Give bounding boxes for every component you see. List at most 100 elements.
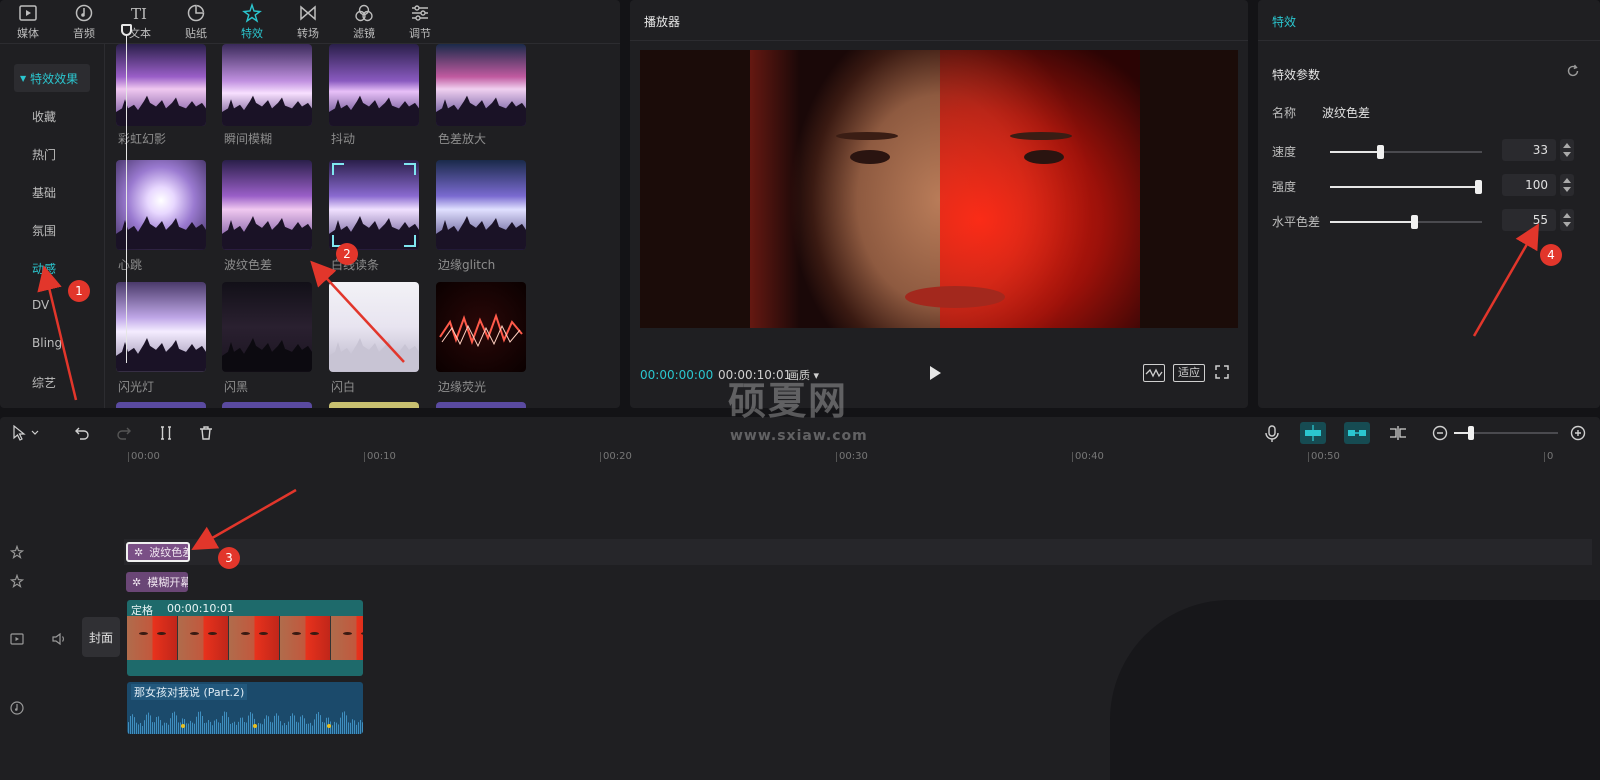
effect-panel-divider xyxy=(1258,40,1600,41)
tab-audio[interactable]: 音频 xyxy=(56,0,112,44)
video-preview[interactable] xyxy=(640,50,1238,328)
tab-sticker[interactable]: 贴纸 xyxy=(168,0,224,44)
category-bling[interactable]: Bling xyxy=(32,336,62,350)
preview-axis-icon[interactable] xyxy=(1388,425,1408,441)
playhead-handle[interactable] xyxy=(121,24,132,36)
video-track-icon xyxy=(10,633,24,645)
tab-text[interactable]: TI 文本 xyxy=(112,0,168,44)
effect-thumbnail[interactable] xyxy=(436,44,526,126)
ruler-tick-label: 00:10 xyxy=(367,451,396,462)
audio-clip-label: 那女孩对我说 (Part.2) xyxy=(131,684,248,700)
effect-name-label: 名称 xyxy=(1272,106,1297,120)
effect-thumbnail-label: 抖动 xyxy=(331,132,356,146)
param-slider[interactable] xyxy=(1330,145,1482,159)
category-favorites[interactable]: 收藏 xyxy=(32,108,56,125)
effect-thumbnail-label: 波纹色差 xyxy=(224,258,273,272)
category-hot[interactable]: 热门 xyxy=(32,146,56,163)
tab-sticker-label: 贴纸 xyxy=(185,27,207,40)
zoom-out-icon[interactable] xyxy=(1432,425,1448,441)
tab-effects[interactable]: 特效 xyxy=(224,0,280,44)
effect-thumbnail[interactable] xyxy=(116,44,206,126)
mute-speaker-icon[interactable] xyxy=(52,633,68,645)
crowd-silhouette xyxy=(329,338,419,372)
link-toggle[interactable] xyxy=(1344,422,1370,444)
param-slider-knob[interactable] xyxy=(1377,145,1385,159)
effect-thumbnail[interactable] xyxy=(116,282,206,372)
redo-icon[interactable] xyxy=(116,425,132,441)
effect-thumbnail[interactable] xyxy=(436,160,526,250)
tab-filter[interactable]: 滤镜 xyxy=(336,0,392,44)
param-slider[interactable] xyxy=(1330,215,1482,229)
param-slider-knob[interactable] xyxy=(1410,215,1418,229)
main-toolbar: 媒体 音频 TI 文本 贴纸 特效 转场 滤镜 调节 xyxy=(0,0,620,44)
effect-category-list: ▼ 特效效果 收藏 热门 基础 氛围 动感 DV Bling 综艺 xyxy=(0,44,104,408)
fx-clip-label: 模糊开幕 xyxy=(147,576,188,589)
playhead-line[interactable] xyxy=(126,28,127,363)
timeline-ruler[interactable]: 00:00 00:10 00:20 00:30 00:40 00:50 0 xyxy=(124,449,1600,467)
zoom-slider-knob[interactable] xyxy=(1468,426,1474,440)
play-icon[interactable] xyxy=(928,365,942,381)
undo-icon[interactable] xyxy=(74,425,90,441)
effect-thumbnail[interactable] xyxy=(329,44,419,126)
param-stepper[interactable] xyxy=(1560,174,1574,196)
preview-left-brow xyxy=(836,132,898,140)
split-icon[interactable] xyxy=(158,425,174,441)
effect-thumbnail[interactable] xyxy=(222,44,312,126)
current-time: 00:00:00:00 xyxy=(640,368,714,382)
effect-track-icon xyxy=(10,545,24,559)
category-header[interactable]: ▼ 特效效果 xyxy=(14,64,90,92)
param-slider[interactable] xyxy=(1330,180,1482,194)
param-stepper[interactable] xyxy=(1560,209,1574,231)
param-value-input[interactable]: 55 xyxy=(1502,209,1556,231)
tab-media[interactable]: 媒体 xyxy=(0,0,56,44)
category-header-label: 特效效果 xyxy=(30,71,79,86)
microphone-icon[interactable] xyxy=(1264,425,1280,443)
effect-thumbnail[interactable] xyxy=(222,160,312,250)
effect-thumbnail-label: 边缘荧光 xyxy=(438,380,487,394)
adjust-icon xyxy=(412,5,428,21)
ruler-tick xyxy=(1308,452,1309,462)
waveform-toggle-button[interactable] xyxy=(1143,364,1165,382)
param-value-input[interactable]: 100 xyxy=(1502,174,1556,196)
effect-thumbnail[interactable] xyxy=(329,282,419,372)
category-dynamic[interactable]: 动感 xyxy=(32,260,56,277)
param-value-input[interactable]: 33 xyxy=(1502,139,1556,161)
tab-transition-label: 转场 xyxy=(297,27,319,40)
zoom-in-icon[interactable] xyxy=(1570,425,1586,441)
audio-clip[interactable]: 那女孩对我说 (Part.2) xyxy=(127,682,363,734)
effect-thumbnail-peek[interactable] xyxy=(222,402,312,408)
crowd-silhouette xyxy=(116,338,206,372)
fx-clip-ripple[interactable]: ✲ 波纹色差 xyxy=(126,542,190,562)
effect-thumbnail[interactable] xyxy=(222,282,312,372)
effect-track-icon xyxy=(10,574,24,588)
tab-adjust[interactable]: 调节 xyxy=(392,0,448,44)
fit-ratio-button[interactable]: 适应 xyxy=(1173,364,1205,382)
param-slider-knob[interactable] xyxy=(1475,180,1482,194)
preview-lips xyxy=(905,286,1005,308)
annotation-badge-1: 1 xyxy=(68,280,90,302)
category-atmosphere[interactable]: 氛围 xyxy=(32,222,56,239)
preview-right-brow xyxy=(1010,132,1072,140)
tab-transition[interactable]: 转场 xyxy=(280,0,336,44)
reset-icon[interactable] xyxy=(1565,63,1581,79)
fx-clip-blur-open[interactable]: ✲ 模糊开幕 xyxy=(126,572,188,592)
effect-thumbnail[interactable] xyxy=(116,160,206,250)
cover-button[interactable]: 封面 xyxy=(82,617,120,657)
effect-thumbnail-peek[interactable] xyxy=(116,402,206,408)
category-dv[interactable]: DV xyxy=(32,298,49,312)
delete-icon[interactable] xyxy=(198,425,214,441)
effect-thumbnail[interactable] xyxy=(329,160,419,250)
crowd-silhouette xyxy=(116,216,206,250)
category-variety[interactable]: 综艺 xyxy=(32,374,56,391)
category-basic[interactable]: 基础 xyxy=(32,184,56,201)
param-stepper[interactable] xyxy=(1560,139,1574,161)
magnet-snap-toggle[interactable] xyxy=(1300,422,1326,444)
zoom-slider[interactable] xyxy=(1454,426,1558,440)
effect-thumbnail[interactable] xyxy=(436,282,526,372)
effect-thumbnail-peek[interactable] xyxy=(329,402,419,408)
effect-thumbnail-peek[interactable] xyxy=(436,402,526,408)
video-clip[interactable]: 定格 00:00:10:01 xyxy=(127,600,363,676)
fullscreen-icon[interactable] xyxy=(1215,365,1229,379)
select-pointer-icon[interactable] xyxy=(12,425,40,441)
audio-track-icon xyxy=(10,701,24,715)
